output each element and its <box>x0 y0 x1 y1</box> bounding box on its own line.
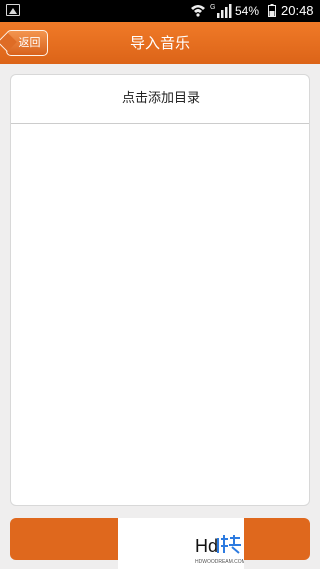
svg-text:HDWOODREAM.COM: HDWOODREAM.COM <box>195 559 244 565</box>
back-button[interactable]: 返回 <box>6 30 48 56</box>
image-notification-icon <box>6 4 20 16</box>
signal-icon: G <box>210 4 232 18</box>
status-bar: G 54% 20:48 <box>0 0 320 22</box>
watermark-logo: Hd HDWOODREAM.COM <box>118 518 244 569</box>
divider <box>11 123 309 124</box>
content-area: 点击添加目录 <box>0 64 320 569</box>
title-bar: 返回 导入音乐 <box>0 22 320 64</box>
svg-text:Hd: Hd <box>195 536 218 556</box>
battery-percentage: 54% <box>235 4 260 18</box>
watermark-logo-graphic: Hd HDWOODREAM.COM <box>195 535 244 565</box>
directory-panel: 点击添加目录 <box>10 74 310 506</box>
page-title: 导入音乐 <box>129 34 190 52</box>
back-button-label: 返回 <box>18 36 41 49</box>
signal-network-label: G <box>210 4 215 11</box>
add-directory-button[interactable]: 点击添加目录 <box>11 75 311 119</box>
clock: 20:48 <box>281 3 314 18</box>
wifi-icon <box>191 5 205 17</box>
battery-icon <box>268 4 276 17</box>
folder-list <box>11 139 309 429</box>
